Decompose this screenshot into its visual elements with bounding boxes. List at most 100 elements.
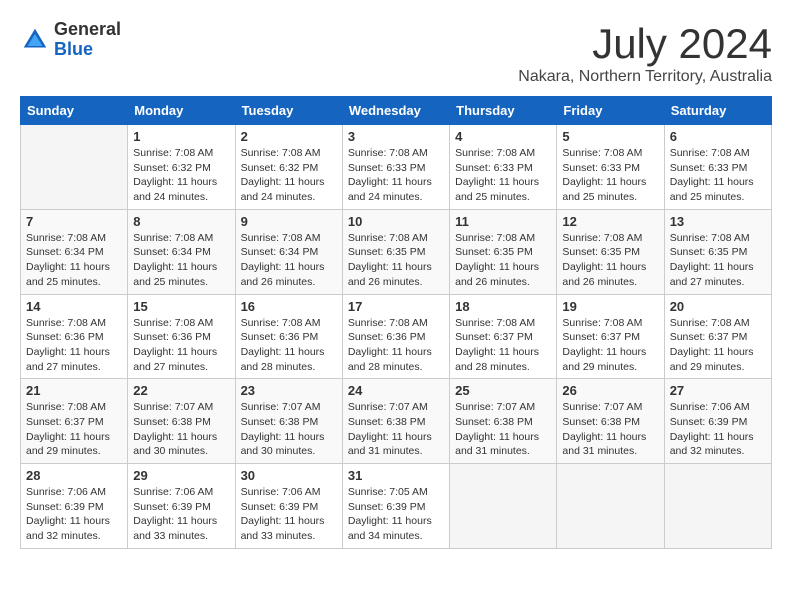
calendar-cell: 3 Sunrise: 7:08 AM Sunset: 6:33 PM Daylig… bbox=[342, 125, 449, 210]
calendar: SundayMondayTuesdayWednesdayThursdayFrid… bbox=[20, 96, 772, 549]
day-number: 17 bbox=[348, 299, 444, 314]
day-info: Sunrise: 7:06 AM Sunset: 6:39 PM Dayligh… bbox=[133, 485, 229, 544]
day-info: Sunrise: 7:08 AM Sunset: 6:33 PM Dayligh… bbox=[348, 146, 444, 205]
logo-general-text: General bbox=[54, 20, 121, 40]
day-info: Sunrise: 7:08 AM Sunset: 6:34 PM Dayligh… bbox=[241, 231, 337, 290]
day-info: Sunrise: 7:08 AM Sunset: 6:36 PM Dayligh… bbox=[26, 316, 122, 375]
day-info: Sunrise: 7:08 AM Sunset: 6:36 PM Dayligh… bbox=[348, 316, 444, 375]
day-info: Sunrise: 7:07 AM Sunset: 6:38 PM Dayligh… bbox=[241, 400, 337, 459]
day-info: Sunrise: 7:08 AM Sunset: 6:35 PM Dayligh… bbox=[348, 231, 444, 290]
calendar-cell: 25 Sunrise: 7:07 AM Sunset: 6:38 PM Dayli… bbox=[450, 379, 557, 464]
calendar-cell: 15Sunrise: 7:08 AM Sunset: 6:36 PM Dayli… bbox=[128, 294, 235, 379]
calendar-cell bbox=[664, 464, 771, 549]
day-number: 11 bbox=[455, 214, 551, 229]
calendar-cell: 14Sunrise: 7:08 AM Sunset: 6:36 PM Dayli… bbox=[21, 294, 128, 379]
calendar-cell: 31 Sunrise: 7:05 AM Sunset: 6:39 PM Dayli… bbox=[342, 464, 449, 549]
day-info: Sunrise: 7:08 AM Sunset: 6:37 PM Dayligh… bbox=[670, 316, 766, 375]
calendar-cell: 18 Sunrise: 7:08 AM Sunset: 6:37 PM Dayli… bbox=[450, 294, 557, 379]
day-info: Sunrise: 7:08 AM Sunset: 6:34 PM Dayligh… bbox=[133, 231, 229, 290]
month-title: July 2024 bbox=[518, 20, 772, 68]
day-number: 19 bbox=[562, 299, 658, 314]
header-day-saturday: Saturday bbox=[664, 97, 771, 125]
day-info: Sunrise: 7:06 AM Sunset: 6:39 PM Dayligh… bbox=[26, 485, 122, 544]
day-number: 9 bbox=[241, 214, 337, 229]
logo-blue-text: Blue bbox=[54, 40, 121, 60]
header-day-friday: Friday bbox=[557, 97, 664, 125]
header-area: General Blue July 2024 Nakara, Northern … bbox=[20, 20, 772, 86]
calendar-cell: 22Sunrise: 7:07 AM Sunset: 6:38 PM Dayli… bbox=[128, 379, 235, 464]
day-info: Sunrise: 7:08 AM Sunset: 6:36 PM Dayligh… bbox=[133, 316, 229, 375]
day-info: Sunrise: 7:08 AM Sunset: 6:35 PM Dayligh… bbox=[670, 231, 766, 290]
day-number: 4 bbox=[455, 129, 551, 144]
header-day-sunday: Sunday bbox=[21, 97, 128, 125]
day-info: Sunrise: 7:07 AM Sunset: 6:38 PM Dayligh… bbox=[455, 400, 551, 459]
calendar-cell: 12 Sunrise: 7:08 AM Sunset: 6:35 PM Dayli… bbox=[557, 209, 664, 294]
day-number: 7 bbox=[26, 214, 122, 229]
day-number: 25 bbox=[455, 383, 551, 398]
day-info: Sunrise: 7:08 AM Sunset: 6:37 PM Dayligh… bbox=[562, 316, 658, 375]
calendar-cell bbox=[557, 464, 664, 549]
calendar-cell: 5Sunrise: 7:08 AM Sunset: 6:33 PM Daylig… bbox=[557, 125, 664, 210]
logo-text: General Blue bbox=[54, 20, 121, 60]
calendar-cell: 23Sunrise: 7:07 AM Sunset: 6:38 PM Dayli… bbox=[235, 379, 342, 464]
day-info: Sunrise: 7:08 AM Sunset: 6:35 PM Dayligh… bbox=[562, 231, 658, 290]
title-area: July 2024 Nakara, Northern Territory, Au… bbox=[518, 20, 772, 86]
calendar-cell: 1 Sunrise: 7:08 AM Sunset: 6:32 PM Daylig… bbox=[128, 125, 235, 210]
day-number: 18 bbox=[455, 299, 551, 314]
calendar-cell: 19 Sunrise: 7:08 AM Sunset: 6:37 PM Dayli… bbox=[557, 294, 664, 379]
calendar-cell: 8 Sunrise: 7:08 AM Sunset: 6:34 PM Daylig… bbox=[128, 209, 235, 294]
day-number: 3 bbox=[348, 129, 444, 144]
calendar-cell: 6 Sunrise: 7:08 AM Sunset: 6:33 PM Daylig… bbox=[664, 125, 771, 210]
day-info: Sunrise: 7:08 AM Sunset: 6:34 PM Dayligh… bbox=[26, 231, 122, 290]
day-info: Sunrise: 7:08 AM Sunset: 6:33 PM Dayligh… bbox=[455, 146, 551, 205]
calendar-cell: 13 Sunrise: 7:08 AM Sunset: 6:35 PM Dayli… bbox=[664, 209, 771, 294]
day-number: 30 bbox=[241, 468, 337, 483]
day-number: 5 bbox=[562, 129, 658, 144]
day-number: 13 bbox=[670, 214, 766, 229]
header-day-monday: Monday bbox=[128, 97, 235, 125]
week-row-5: 28 Sunrise: 7:06 AM Sunset: 6:39 PM Dayli… bbox=[21, 464, 772, 549]
week-row-1: 1 Sunrise: 7:08 AM Sunset: 6:32 PM Daylig… bbox=[21, 125, 772, 210]
week-row-3: 14Sunrise: 7:08 AM Sunset: 6:36 PM Dayli… bbox=[21, 294, 772, 379]
calendar-cell: 11 Sunrise: 7:08 AM Sunset: 6:35 PM Dayli… bbox=[450, 209, 557, 294]
day-info: Sunrise: 7:08 AM Sunset: 6:37 PM Dayligh… bbox=[455, 316, 551, 375]
day-info: Sunrise: 7:07 AM Sunset: 6:38 PM Dayligh… bbox=[562, 400, 658, 459]
calendar-body: 1 Sunrise: 7:08 AM Sunset: 6:32 PM Daylig… bbox=[21, 125, 772, 549]
day-number: 6 bbox=[670, 129, 766, 144]
calendar-cell bbox=[450, 464, 557, 549]
day-number: 12 bbox=[562, 214, 658, 229]
day-info: Sunrise: 7:08 AM Sunset: 6:32 PM Dayligh… bbox=[241, 146, 337, 205]
calendar-cell: 24Sunrise: 7:07 AM Sunset: 6:38 PM Dayli… bbox=[342, 379, 449, 464]
calendar-cell: 26Sunrise: 7:07 AM Sunset: 6:38 PM Dayli… bbox=[557, 379, 664, 464]
day-info: Sunrise: 7:08 AM Sunset: 6:35 PM Dayligh… bbox=[455, 231, 551, 290]
calendar-cell: 27 Sunrise: 7:06 AM Sunset: 6:39 PM Dayli… bbox=[664, 379, 771, 464]
calendar-cell: 17 Sunrise: 7:08 AM Sunset: 6:36 PM Dayli… bbox=[342, 294, 449, 379]
calendar-header: SundayMondayTuesdayWednesdayThursdayFrid… bbox=[21, 97, 772, 125]
day-number: 10 bbox=[348, 214, 444, 229]
header-day-thursday: Thursday bbox=[450, 97, 557, 125]
day-info: Sunrise: 7:08 AM Sunset: 6:32 PM Dayligh… bbox=[133, 146, 229, 205]
calendar-cell: 4 Sunrise: 7:08 AM Sunset: 6:33 PM Daylig… bbox=[450, 125, 557, 210]
day-number: 8 bbox=[133, 214, 229, 229]
logo: General Blue bbox=[20, 20, 121, 60]
day-number: 27 bbox=[670, 383, 766, 398]
day-info: Sunrise: 7:06 AM Sunset: 6:39 PM Dayligh… bbox=[241, 485, 337, 544]
calendar-cell: 16Sunrise: 7:08 AM Sunset: 6:36 PM Dayli… bbox=[235, 294, 342, 379]
day-number: 24 bbox=[348, 383, 444, 398]
day-info: Sunrise: 7:05 AM Sunset: 6:39 PM Dayligh… bbox=[348, 485, 444, 544]
day-number: 1 bbox=[133, 129, 229, 144]
day-info: Sunrise: 7:06 AM Sunset: 6:39 PM Dayligh… bbox=[670, 400, 766, 459]
day-info: Sunrise: 7:08 AM Sunset: 6:33 PM Dayligh… bbox=[670, 146, 766, 205]
calendar-cell: 9 Sunrise: 7:08 AM Sunset: 6:34 PM Daylig… bbox=[235, 209, 342, 294]
calendar-cell: 2 Sunrise: 7:08 AM Sunset: 6:32 PM Daylig… bbox=[235, 125, 342, 210]
calendar-cell: 20Sunrise: 7:08 AM Sunset: 6:37 PM Dayli… bbox=[664, 294, 771, 379]
header-day-wednesday: Wednesday bbox=[342, 97, 449, 125]
day-number: 2 bbox=[241, 129, 337, 144]
calendar-cell: 21Sunrise: 7:08 AM Sunset: 6:37 PM Dayli… bbox=[21, 379, 128, 464]
day-number: 31 bbox=[348, 468, 444, 483]
header-day-tuesday: Tuesday bbox=[235, 97, 342, 125]
location-title: Nakara, Northern Territory, Australia bbox=[518, 68, 772, 86]
day-number: 28 bbox=[26, 468, 122, 483]
week-row-2: 7 Sunrise: 7:08 AM Sunset: 6:34 PM Daylig… bbox=[21, 209, 772, 294]
week-row-4: 21Sunrise: 7:08 AM Sunset: 6:37 PM Dayli… bbox=[21, 379, 772, 464]
